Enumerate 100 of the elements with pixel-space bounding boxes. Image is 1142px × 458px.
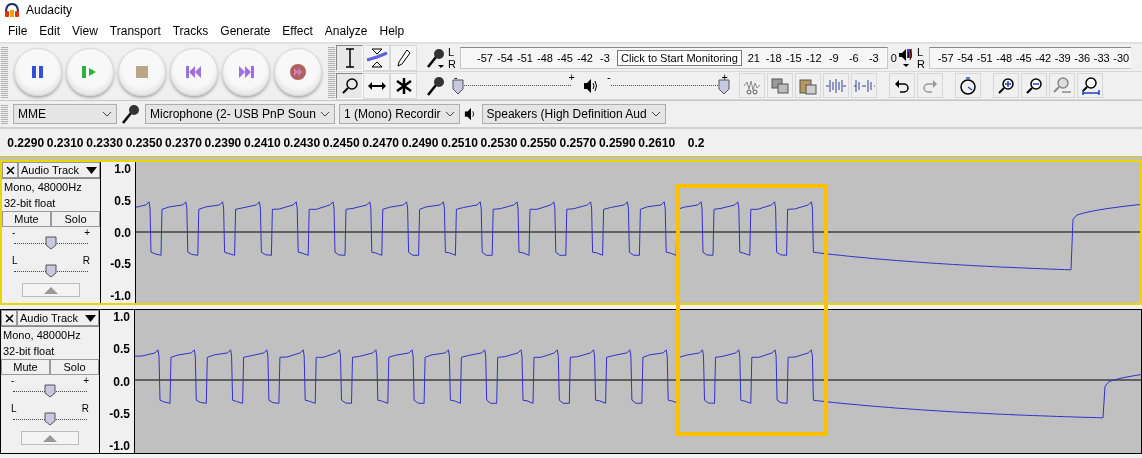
timer-button[interactable] xyxy=(955,73,981,98)
undo-icon xyxy=(894,78,910,93)
menu-item[interactable]: View xyxy=(66,24,104,38)
skip-to-start-button[interactable] xyxy=(170,48,218,96)
playback-volume-slider[interactable]: - + xyxy=(605,73,730,98)
paste-button[interactable] xyxy=(795,73,821,98)
tooltip: Click to Start Monitoring xyxy=(617,49,742,66)
mute-button[interactable]: Mute xyxy=(2,211,51,227)
asterisk-icon xyxy=(395,76,412,95)
record-button[interactable] xyxy=(274,48,322,96)
channel-label: R xyxy=(917,57,926,70)
menu-item[interactable]: Tracks xyxy=(166,24,215,38)
meter-tick-label: -6 xyxy=(847,51,860,64)
selection-tool-button[interactable] xyxy=(336,44,363,71)
slider-thumb[interactable] xyxy=(45,236,57,250)
double-arrow-icon xyxy=(366,80,387,91)
stopwatch-icon xyxy=(959,75,977,96)
host-dropdown[interactable]: MME xyxy=(13,104,117,124)
meter-tick-label: -9 xyxy=(827,51,840,64)
menu-item[interactable]: Edit xyxy=(33,24,67,38)
meter-tick-label: -3 xyxy=(867,51,880,64)
channels-dropdown[interactable]: 1 (Mono) Recordir xyxy=(338,104,460,124)
solo-button[interactable]: Solo xyxy=(50,359,99,375)
copy-button[interactable] xyxy=(767,73,793,98)
channel-label: L xyxy=(448,45,456,58)
fit-project-button[interactable] xyxy=(1077,73,1103,98)
menu-item[interactable]: File xyxy=(2,24,34,38)
slider-thumb[interactable] xyxy=(44,384,56,398)
time-label: 0.2610 xyxy=(637,136,677,150)
close-icon xyxy=(5,165,15,175)
undo-button[interactable] xyxy=(889,73,915,98)
multi-tool-button[interactable] xyxy=(390,72,417,99)
magnifier-icon xyxy=(340,76,359,95)
play-button[interactable] xyxy=(66,48,114,96)
input-device-dropdown[interactable]: Microphone (2- USB PnP Soun xyxy=(145,104,335,124)
amplitude-label: -0.5 xyxy=(110,257,131,272)
menu-item[interactable]: Analyze xyxy=(318,24,374,38)
meter-tick-label: -51 xyxy=(516,51,534,64)
zoom-tool-button[interactable] xyxy=(336,72,363,99)
slider-thumb[interactable] xyxy=(44,412,56,426)
menu-item[interactable]: Help xyxy=(373,24,411,38)
meter-tick-label: -54 xyxy=(496,51,514,64)
zoom-out-icon xyxy=(1025,76,1043,95)
slider-thumb[interactable] xyxy=(718,78,730,95)
meter-tick-label: -48 xyxy=(536,51,554,64)
plus-label: + xyxy=(721,70,728,83)
track-name-menu[interactable]: Audio Track xyxy=(18,162,100,178)
amplitude-label: -1.0 xyxy=(109,439,130,453)
amplitude-label: 0.0 xyxy=(113,374,130,389)
close-icon xyxy=(4,313,14,323)
toolbar-grip[interactable] xyxy=(328,46,335,98)
zoom-out-button[interactable] xyxy=(1021,73,1047,98)
close-button[interactable] xyxy=(2,162,18,178)
pan-slider[interactable]: L R xyxy=(11,403,89,431)
microphone-icon xyxy=(426,74,446,97)
menu-item[interactable]: Transport xyxy=(103,24,167,38)
gain-slider[interactable]: - + xyxy=(12,227,90,255)
menu-item[interactable]: Effect xyxy=(276,24,319,38)
collapse-button[interactable] xyxy=(21,431,79,445)
slider-thumb[interactable] xyxy=(452,78,464,95)
pan-slider[interactable]: L R xyxy=(12,255,90,283)
collapse-button[interactable] xyxy=(22,283,80,297)
playback-meter[interactable]: -57 -54 -51 -48 -45 -42 -39 -36 -33 -30 xyxy=(929,46,1131,69)
microphone-icon xyxy=(121,103,141,125)
left-label: L xyxy=(12,255,18,266)
recording-volume-slider[interactable]: - + xyxy=(452,73,577,98)
toolbar-grip[interactable] xyxy=(1,46,8,98)
trim-button[interactable] xyxy=(739,73,765,98)
track-info: Mono, 48000Hz xyxy=(3,180,83,195)
meter-tick-label: -3 xyxy=(599,51,611,64)
solo-button[interactable]: Solo xyxy=(51,211,100,227)
skip-to-end-button[interactable] xyxy=(222,48,270,96)
meter-tick-label: -30 xyxy=(1112,51,1131,64)
time-shift-tool-button[interactable] xyxy=(363,72,390,99)
time-label: 0.2390 xyxy=(203,136,243,150)
triangle-up-icon xyxy=(43,434,57,442)
gain-slider[interactable]: - + xyxy=(11,375,89,403)
plus-label: + xyxy=(568,70,575,83)
slider-thumb[interactable] xyxy=(45,264,57,278)
mute-button[interactable]: Mute xyxy=(1,359,50,375)
time-label: 0.2470 xyxy=(361,136,400,150)
time-label: 0.2590 xyxy=(597,136,637,150)
toolbar-grip[interactable] xyxy=(1,104,8,124)
pause-icon xyxy=(30,64,46,80)
close-button[interactable] xyxy=(1,310,17,326)
time-label: 0.2370 xyxy=(164,136,203,150)
output-device-dropdown[interactable]: Speakers (High Definition Aud xyxy=(481,104,666,124)
meter-tick-label: -48 xyxy=(995,51,1014,64)
draw-tool-button[interactable] xyxy=(390,44,417,71)
time-label: 0.2430 xyxy=(282,136,322,150)
envelope-tool-button[interactable] xyxy=(363,44,390,71)
meter-tick-label: -42 xyxy=(1034,51,1053,64)
audio-track[interactable]: Audio Track Mono, 48000Hz 32-bit float Mute Solo - + L R 1.0 0.5 0.0 -0.5 -1.0 xyxy=(0,160,1142,305)
copy-icon xyxy=(770,76,790,95)
track-name-menu[interactable]: Audio Track xyxy=(17,310,99,326)
meter-tick-label: -18 xyxy=(764,51,783,64)
pause-button[interactable] xyxy=(14,48,62,96)
menu-item[interactable]: Generate xyxy=(214,24,277,38)
zoom-in-button[interactable] xyxy=(993,73,1019,98)
audio-track[interactable]: Audio Track Mono, 48000Hz 32-bit float Mute Solo - + L R 1.0 0.5 0.0 -0.5 -1.0 xyxy=(0,309,1142,454)
